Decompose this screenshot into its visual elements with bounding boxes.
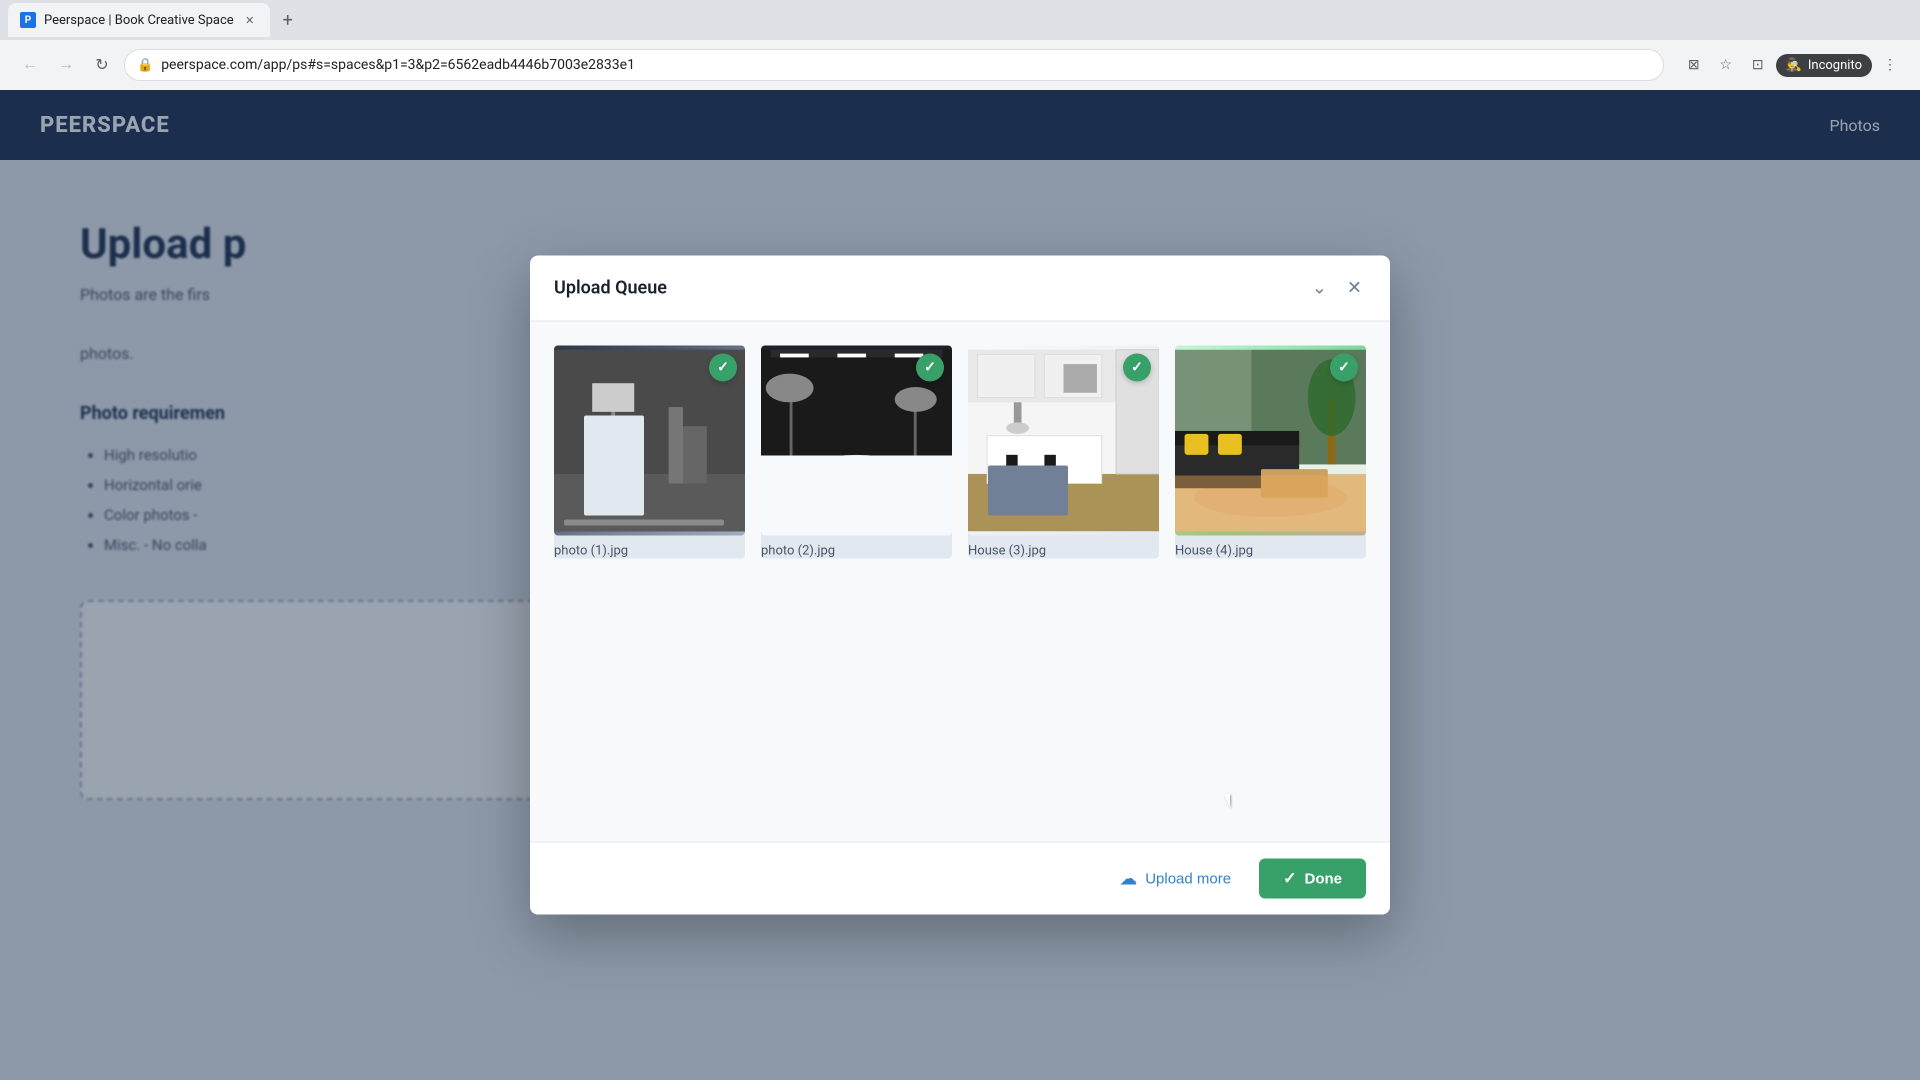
profile-button[interactable]: ⊡ (1744, 51, 1772, 79)
close-icon: ✕ (1347, 278, 1362, 299)
upload-more-label: Upload more (1145, 870, 1231, 887)
done-label: Done (1305, 870, 1343, 887)
incognito-label: Incognito (1808, 58, 1862, 73)
tab-favicon: P (20, 12, 36, 28)
modal-header: Upload Queue ⌄ ✕ (530, 256, 1390, 322)
success-badge-3: ✓ (1123, 354, 1151, 382)
photo-item-3: ✓ (968, 346, 1159, 559)
tab-close-button[interactable]: ✕ (242, 12, 258, 28)
page-background: PEERSPACE Photos Upload p Photos are the… (0, 90, 1920, 1080)
nav-right-buttons: ⊠ ☆ ⊡ 🕵 Incognito ⋮ (1680, 51, 1904, 79)
cast-button[interactable]: ⊠ (1680, 51, 1708, 79)
success-badge-1: ✓ (709, 354, 737, 382)
modal-minimize-button[interactable]: ⌄ (1308, 274, 1331, 303)
upload-queue-modal: Upload Queue ⌄ ✕ ✓ (530, 256, 1390, 915)
menu-button[interactable]: ⋮ (1876, 51, 1904, 79)
modal-title: Upload Queue (554, 278, 667, 299)
modal-footer: ☁ Upload more ✓ Done (530, 842, 1390, 915)
bookmark-button[interactable]: ☆ (1712, 51, 1740, 79)
tab-bar: P Peerspace | Book Creative Space ✕ + (0, 0, 1920, 40)
new-tab-button[interactable]: + (274, 6, 302, 34)
forward-button[interactable]: → (52, 51, 80, 79)
photo-filename-4: House (4).jpg (1175, 544, 1366, 559)
incognito-button[interactable]: 🕵 Incognito (1776, 54, 1872, 77)
chevron-down-icon: ⌄ (1312, 278, 1327, 299)
modal-close-button[interactable]: ✕ (1343, 274, 1366, 303)
success-badge-4: ✓ (1330, 354, 1358, 382)
photo-item-1: ✓ (554, 346, 745, 559)
photo-filename-1: photo (1).jpg (554, 544, 745, 559)
photo-filename-3: House (3).jpg (968, 544, 1159, 559)
done-button[interactable]: ✓ Done (1259, 859, 1366, 899)
url-text: peerspace.com/app/ps#s=spaces&p1=3&p2=65… (161, 57, 1651, 73)
success-badge-2: ✓ (916, 354, 944, 382)
tab-title: Peerspace | Book Creative Space (44, 13, 234, 28)
active-tab[interactable]: P Peerspace | Book Creative Space ✕ (8, 3, 270, 37)
upload-more-button[interactable]: ☁ Upload more (1107, 860, 1243, 897)
back-button[interactable]: ← (16, 51, 44, 79)
incognito-icon: 🕵 (1786, 58, 1802, 73)
lock-icon: 🔒 (137, 58, 153, 73)
photo-filename-2: photo (2).jpg (761, 544, 952, 559)
reload-button[interactable]: ↻ (88, 51, 116, 79)
photo-item-4: ✓ (1175, 346, 1366, 559)
address-bar[interactable]: 🔒 peerspace.com/app/ps#s=spaces&p1=3&p2=… (124, 49, 1664, 81)
modal-header-actions: ⌄ ✕ (1308, 274, 1366, 303)
browser-chrome: P Peerspace | Book Creative Space ✕ + ← … (0, 0, 1920, 90)
navigation-bar: ← → ↻ 🔒 peerspace.com/app/ps#s=spaces&p1… (0, 40, 1920, 90)
photo-item-2: ✓ (761, 346, 952, 559)
upload-icon: ☁ (1119, 868, 1137, 889)
modal-body: ✓ (530, 322, 1390, 842)
photo-grid: ✓ (554, 346, 1366, 559)
checkmark-icon: ✓ (1283, 869, 1296, 889)
browser-window: P Peerspace | Book Creative Space ✕ + ← … (0, 0, 1920, 1080)
